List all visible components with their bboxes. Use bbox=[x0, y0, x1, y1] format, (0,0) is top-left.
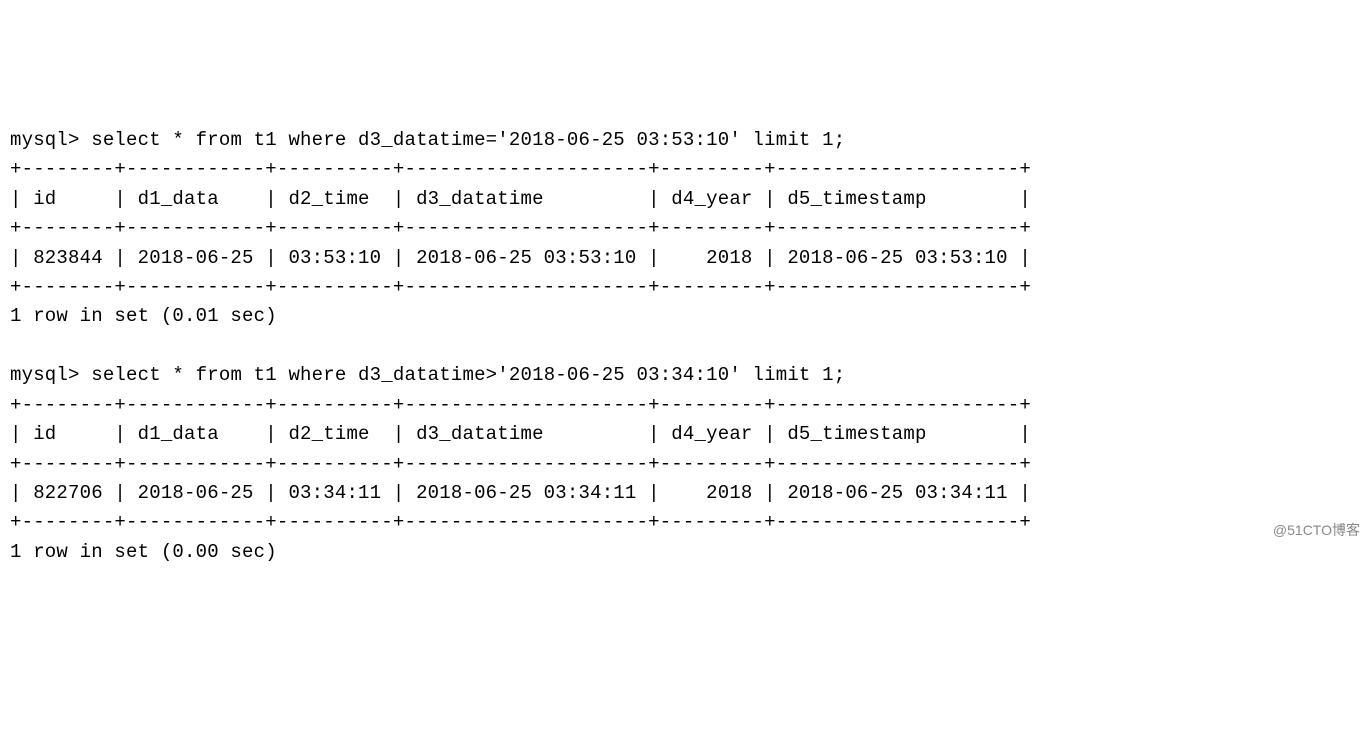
table-row: | 823844 | 2018-06-25 | 03:53:10 | 2018-… bbox=[10, 247, 1031, 269]
mysql-prompt: mysql> bbox=[10, 129, 91, 151]
table-border-mid: +--------+------------+----------+------… bbox=[10, 453, 1031, 475]
table-border-mid: +--------+------------+----------+------… bbox=[10, 217, 1031, 239]
table-border-bottom: +--------+------------+----------+------… bbox=[10, 276, 1031, 298]
result-footer: 1 row in set (0.00 sec) bbox=[10, 541, 277, 563]
sql-query: select * from t1 where d3_datatime>'2018… bbox=[91, 364, 845, 386]
table-border-top: +--------+------------+----------+------… bbox=[10, 158, 1031, 180]
mysql-prompt: mysql> bbox=[10, 364, 91, 386]
watermark: @51CTO博客 bbox=[1273, 520, 1360, 542]
table-row: | 822706 | 2018-06-25 | 03:34:11 | 2018-… bbox=[10, 482, 1031, 504]
result-footer: 1 row in set (0.01 sec) bbox=[10, 305, 277, 327]
table-header: | id | d1_data | d2_time | d3_datatime |… bbox=[10, 188, 1031, 210]
sql-query: select * from t1 where d3_datatime='2018… bbox=[91, 129, 845, 151]
table-border-bottom: +--------+------------+----------+------… bbox=[10, 511, 1031, 533]
table-border-top: +--------+------------+----------+------… bbox=[10, 394, 1031, 416]
table-header: | id | d1_data | d2_time | d3_datatime |… bbox=[10, 423, 1031, 445]
